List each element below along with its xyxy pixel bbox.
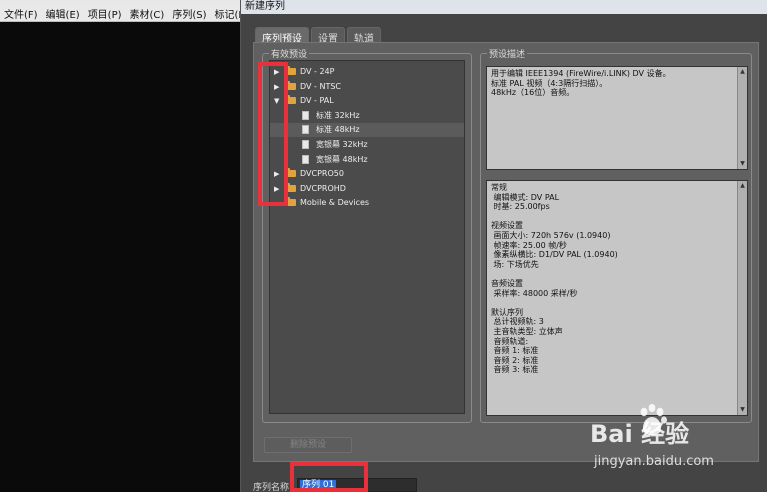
tree-row-label: DV - PAL <box>300 96 334 106</box>
menu-file[interactable]: 文件(F) <box>0 6 42 21</box>
tree-folder-row[interactable]: ▼ DV - PAL <box>270 94 464 108</box>
tree-preset-row[interactable]: 宽银幕 48kHz <box>270 153 464 167</box>
screen: 文件(F) 编辑(E) 项目(P) 素材(C) 序列(S) 标记(M) 新建序列… <box>0 0 767 492</box>
scroll-down-icon[interactable]: ▼ <box>738 159 747 169</box>
menu-edit[interactable]: 编辑(E) <box>42 6 84 21</box>
tab-settings[interactable]: 设置 <box>311 27 345 45</box>
tree-row-label: DV - 24P <box>300 67 335 76</box>
tree-row-label: DVCPROHD <box>300 183 346 193</box>
highlight-sequence-name <box>290 462 368 492</box>
details-box: 常规 编辑模式: DV PAL 时基: 25.00fps 视频设置 画面大小: … <box>486 180 748 416</box>
tree-preset-row[interactable]: 标准 48kHz <box>270 123 464 138</box>
preset-description-group: 预设描述 用于编辑 IEEE1394 (FireWire/i.LINK) DV … <box>480 47 752 423</box>
details-text: 常规 编辑模式: DV PAL 时基: 25.00fps 视频设置 画面大小: … <box>491 183 618 375</box>
tree-folder-row[interactable]: ▶ DV - NTSC <box>270 80 464 94</box>
menu-marker[interactable]: 标记(M) <box>210 6 240 21</box>
watermark-brand: Bai 经验 <box>590 420 690 448</box>
preset-file-icon <box>302 125 309 135</box>
available-presets-label: 有效预设 <box>269 47 310 60</box>
tree-row-label: DV - NTSC <box>300 81 341 91</box>
menu-clip[interactable]: 素材(C) <box>126 6 169 21</box>
menu-sequence[interactable]: 序列(S) <box>168 6 210 21</box>
delete-preset-button[interactable]: 删除预设 <box>264 437 352 453</box>
tree-row-label: Mobile & Devices <box>300 198 370 208</box>
details-scrollbar[interactable]: ▲ ▼ <box>737 181 747 415</box>
description-scrollbar[interactable]: ▲ ▼ <box>737 67 747 169</box>
tree-folder-row[interactable]: Mobile & Devices <box>270 196 464 210</box>
tree-preset-row[interactable]: 宽银幕 32kHz <box>270 138 464 152</box>
tree-row-label: 标准 32kHz <box>316 110 360 120</box>
tree-row-label: 宽银幕 48kHz <box>316 154 368 164</box>
app-workspace <box>0 22 240 492</box>
description-box: 用于编辑 IEEE1394 (FireWire/i.LINK) DV 设备。 标… <box>486 66 748 170</box>
tree-preset-row[interactable]: 标准 32kHz <box>270 109 464 123</box>
tree-row-label: DVCPRO50 <box>300 169 344 179</box>
tree-row-label: 宽银幕 32kHz <box>316 140 368 149</box>
scroll-up-icon[interactable]: ▲ <box>738 67 747 77</box>
tree-folder-row[interactable]: ▶ DVCPROHD <box>270 182 464 196</box>
tab-tracks[interactable]: 轨道 <box>347 27 381 45</box>
tab-panel: 有效预设 ▶ DV - 24P ▶ DV - NTSC ▼ DV - PAL 标准 32kH… <box>253 42 759 462</box>
menubar: 文件(F) 编辑(E) 项目(P) 素材(C) 序列(S) 标记(M) <box>0 6 240 22</box>
tree-row-label: 标准 48kHz <box>316 125 360 135</box>
preset-file-icon <box>302 140 309 149</box>
watermark-url: jingyan.baidu.com <box>594 454 714 469</box>
tree-folder-row[interactable]: ▶ DV - 24P <box>270 65 464 79</box>
preset-file-icon <box>302 110 309 120</box>
highlight-expand-arrows <box>258 62 288 206</box>
available-presets-group: 有效预设 ▶ DV - 24P ▶ DV - NTSC ▼ DV - PAL 标准 32kH… <box>262 47 472 423</box>
dialog-title: 新建序列 <box>241 0 767 14</box>
preset-description-label: 预设描述 <box>487 47 528 60</box>
tab-sequence-presets[interactable]: 序列预设 <box>255 27 309 45</box>
preset-file-icon <box>302 154 309 164</box>
baidu-watermark: Bai 经验 jingyan.baidu.com <box>590 404 760 476</box>
tab-bar: 序列预设 设置 轨道 <box>255 27 383 45</box>
menu-project[interactable]: 项目(P) <box>84 6 126 21</box>
tree-folder-row[interactable]: ▶ DVCPRO50 <box>270 167 464 181</box>
description-text: 用于编辑 IEEE1394 (FireWire/i.LINK) DV 设备。 标… <box>491 69 671 98</box>
scroll-up-icon[interactable]: ▲ <box>738 181 747 191</box>
preset-tree: ▶ DV - 24P ▶ DV - NTSC ▼ DV - PAL 标准 32kHz 标准 4… <box>269 60 465 414</box>
sequence-name-label: 序列名称: <box>253 483 293 492</box>
